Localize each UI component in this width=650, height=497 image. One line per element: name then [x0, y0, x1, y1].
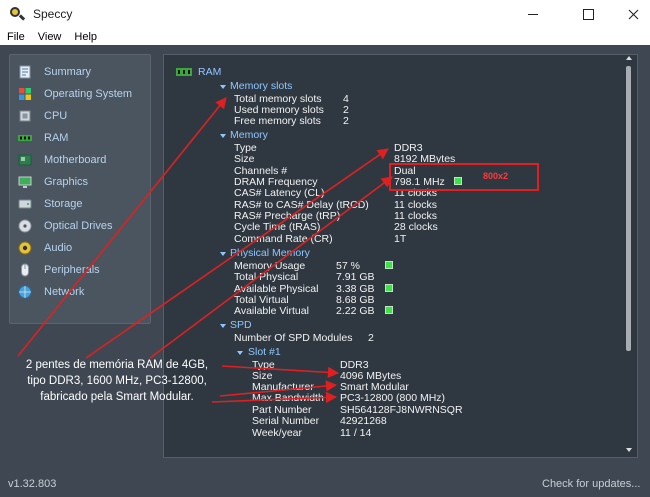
minimize-button[interactable] [510, 0, 556, 28]
optical-disc-icon [18, 219, 32, 233]
sidebar-item-operating-system[interactable]: Operating System [18, 85, 132, 103]
sidebar-item-label: Storage [44, 198, 83, 210]
sidebar-item-label: Audio [44, 242, 73, 254]
sidebar-item-ram[interactable]: RAM [18, 129, 68, 147]
collapse-physical-memory-icon[interactable] [220, 252, 226, 256]
collapse-slot-icon[interactable] [237, 351, 243, 355]
sidebar-item-audio[interactable]: Audio [18, 239, 72, 257]
row-value: 2 [343, 115, 349, 127]
sidebar-item-label: Operating System [44, 88, 133, 100]
usage-indicator-icon [385, 261, 393, 269]
check-updates-link[interactable]: Check for updates... [542, 478, 640, 490]
section-title: RAM [198, 66, 222, 78]
row-label: Max Bandwidth [252, 392, 324, 404]
cpu-icon [19, 110, 31, 122]
sidebar-item-label: Peripherals [44, 264, 100, 276]
menu-bar: File View Help [0, 28, 650, 45]
sidebar-item-label: RAM [44, 132, 69, 144]
available-physical-indicator-icon [385, 284, 393, 292]
sidebar-item-label: Graphics [44, 176, 89, 188]
collapse-spd-icon[interactable] [220, 324, 226, 328]
slot-heading: Slot #1 [248, 346, 281, 358]
callout-line: 2 pentes de memória RAM de 4GB, [25, 359, 209, 371]
callout-line: fabricado pela Smart Modular. [40, 391, 194, 403]
window-title: Speccy [33, 7, 73, 21]
row-value: 2 [368, 332, 374, 344]
speccy-logo-icon [9, 6, 26, 22]
maximize-button[interactable] [565, 0, 611, 28]
motherboard-icon [18, 154, 32, 166]
spd-heading: SPD [230, 319, 252, 331]
highlight-box [389, 163, 539, 191]
sidebar-item-graphics[interactable]: Graphics [18, 173, 88, 191]
close-icon [628, 9, 638, 19]
collapse-memory-slots-icon[interactable] [220, 85, 226, 89]
row-value: 7.91 GB [336, 271, 375, 283]
status-bar: v1.32.803 Check for updates... [0, 470, 650, 497]
speaker-icon [18, 241, 32, 255]
sidebar-item-label: Optical Drives [44, 220, 113, 232]
row-value: 1T [394, 233, 407, 245]
sidebar-item-optical-drives[interactable]: Optical Drives [18, 217, 112, 235]
mouse-icon [21, 263, 29, 277]
physical-memory-heading: Physical Memory [230, 247, 310, 259]
row-label: Cycle Time (tRAS) [234, 221, 321, 233]
row-value: PC3-12800 (800 MHz) [340, 392, 446, 404]
row-value: 2.22 GB [336, 305, 375, 317]
disk-icon [18, 199, 32, 209]
sidebar-item-label: Motherboard [44, 154, 107, 166]
sidebar-item-cpu[interactable]: CPU [18, 107, 67, 125]
sidebar-item-label: CPU [44, 110, 68, 122]
row-label: Week/year [252, 427, 302, 439]
sidebar-item-summary[interactable]: Summary [18, 63, 91, 81]
sidebar-item-motherboard[interactable]: Motherboard [18, 151, 106, 169]
monitor-icon [18, 176, 32, 188]
close-button[interactable] [610, 0, 650, 28]
sidebar-item-label: Network [44, 286, 85, 298]
available-virtual-indicator-icon [385, 306, 393, 314]
version-label: v1.32.803 [8, 478, 57, 490]
scroll-up-icon[interactable] [626, 56, 632, 60]
sidebar-item-label: Summary [44, 66, 92, 78]
row-value: 42921268 [340, 415, 387, 427]
row-label: Size [234, 153, 255, 165]
callout-line: tipo DDR3, 1600 MHz, PC3-12800, [27, 375, 207, 387]
row-value: 11 / 14 [340, 427, 372, 439]
ram-icon [18, 135, 32, 141]
sidebar-item-peripherals[interactable]: Peripherals [18, 261, 100, 279]
row-label: CAS# Latency (CL) [234, 187, 325, 199]
summary-icon [19, 65, 31, 79]
menu-file[interactable]: File [7, 31, 25, 43]
frequency-note: 800x2 [483, 171, 509, 181]
memory-heading: Memory [230, 129, 268, 141]
row-label: Free memory slots [234, 115, 321, 127]
row-label: Command Rate (CR) [234, 233, 333, 245]
sidebar-nav: Summary Operating System CPU RAM Motherb… [9, 54, 151, 324]
memory-slots-heading: Memory slots [230, 80, 293, 92]
row-label: Number Of SPD Modules [234, 332, 353, 344]
row-value: 28 clocks [394, 221, 438, 233]
row-label: Serial Number [252, 415, 320, 427]
annotation-callout: 2 pentes de memória RAM de 4GB, tipo DDR… [0, 357, 234, 405]
menu-view[interactable]: View [38, 31, 62, 43]
network-icon [18, 285, 32, 299]
title-bar: Speccy [0, 0, 650, 28]
scroll-thumb[interactable] [626, 66, 631, 351]
scroll-down-icon[interactable] [626, 448, 632, 452]
collapse-memory-icon[interactable] [220, 134, 226, 138]
row-label: Available Virtual [234, 305, 309, 317]
windows-icon [19, 88, 31, 100]
scrollbar[interactable] [622, 56, 636, 456]
sidebar-item-network[interactable]: Network [18, 283, 84, 301]
menu-help[interactable]: Help [74, 31, 97, 43]
sidebar-item-storage[interactable]: Storage [18, 195, 83, 213]
row-label: Total Physical [234, 271, 299, 283]
ram-section-icon [176, 68, 192, 76]
